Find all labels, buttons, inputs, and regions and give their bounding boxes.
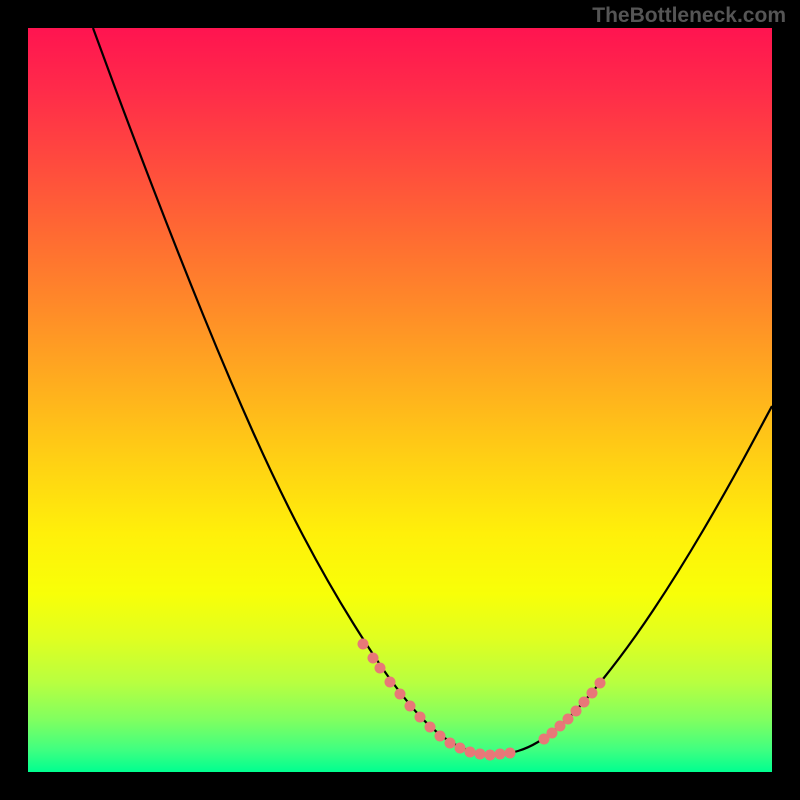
highlight-dot [385, 677, 396, 688]
highlight-dot [368, 653, 379, 664]
chart-svg [28, 28, 772, 772]
highlight-dot [595, 678, 606, 689]
highlight-dot [415, 712, 426, 723]
highlight-dot [455, 743, 466, 754]
plot-area [28, 28, 772, 772]
highlight-dot [579, 697, 590, 708]
highlight-dot [435, 731, 446, 742]
highlight-dots [358, 639, 606, 761]
highlight-dot [375, 663, 386, 674]
highlight-dot [425, 722, 436, 733]
highlight-dot [571, 706, 582, 717]
highlight-dot [395, 689, 406, 700]
highlight-dot [358, 639, 369, 650]
highlight-dot [495, 749, 506, 760]
highlight-dot [445, 738, 456, 749]
highlight-dot [587, 688, 598, 699]
highlight-dot [505, 748, 516, 759]
highlight-dot [485, 750, 496, 761]
highlight-dot [563, 714, 574, 725]
highlight-dot [475, 749, 486, 760]
highlight-dot [465, 747, 476, 758]
watermark-text: TheBottleneck.com [592, 4, 786, 28]
highlight-dot [405, 701, 416, 712]
bottleneck-curve [93, 28, 772, 755]
